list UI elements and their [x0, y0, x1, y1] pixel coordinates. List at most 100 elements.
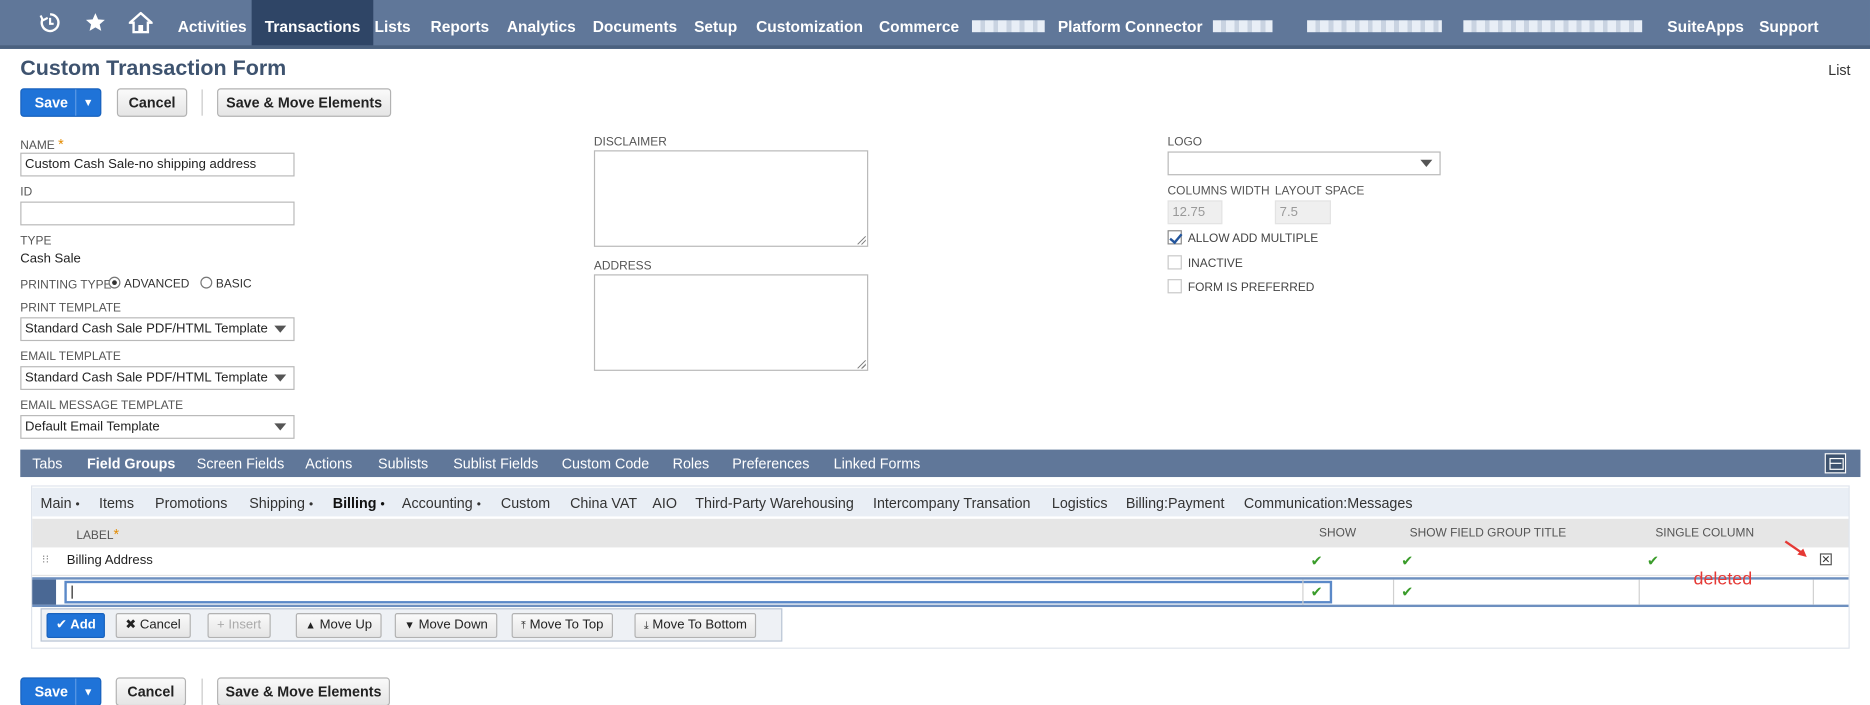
add-row-button[interactable]: ✔ Add — [46, 612, 106, 639]
subtab-china-vat[interactable]: China VAT — [570, 488, 637, 517]
insert-row-button[interactable]: + Insert — [207, 612, 271, 639]
tab-linked-forms[interactable]: Linked Forms — [834, 450, 921, 477]
layout-space-label: LAYOUT SPACE — [1274, 184, 1365, 198]
printing-type-basic-radio[interactable]: BASIC — [200, 276, 252, 291]
tab-screen-fields[interactable]: Screen Fields — [197, 450, 285, 477]
show-title-check-icon[interactable]: ✔ — [1401, 580, 1413, 604]
save-button-label: Save — [34, 683, 69, 701]
column-header-show-field-group-title[interactable]: SHOW FIELD GROUP TITLE — [1410, 519, 1567, 550]
move-to-bottom-button[interactable]: ⤓ Move To Bottom — [634, 612, 757, 639]
nav-commerce[interactable]: Commerce — [879, 0, 959, 45]
cancel-button[interactable]: Cancel — [116, 88, 188, 117]
subtab-accounting[interactable]: Accounting • — [402, 488, 481, 517]
subtab-promotions[interactable]: Promotions — [155, 488, 227, 517]
grid-toolbar: ✔ Add ✖ Cancel + Insert ▲ Move Up ▼ Move… — [40, 608, 783, 642]
column-header-show[interactable]: SHOW — [1319, 519, 1356, 550]
checkbox-unchecked-icon — [1167, 279, 1182, 294]
insert-label: Insert — [228, 617, 262, 633]
nav-customization[interactable]: Customization — [756, 0, 863, 45]
nav-setup[interactable]: Setup — [694, 0, 737, 45]
recent-history-icon[interactable] — [39, 12, 60, 39]
new-row-editor[interactable]: ✔ ✔ — [32, 577, 1849, 608]
nav-suiteapps[interactable]: SuiteApps — [1667, 0, 1744, 45]
new-row-label-input[interactable] — [64, 580, 1333, 604]
subtab-shipping[interactable]: Shipping • — [249, 488, 313, 517]
address-textarea[interactable] — [593, 274, 869, 371]
nav-transactions[interactable]: Transactions — [251, 0, 374, 46]
column-header-label[interactable]: LABEL* — [76, 519, 119, 552]
tab-preferences[interactable]: Preferences — [732, 450, 809, 477]
nav-platform-connector[interactable]: Platform Connector — [1058, 0, 1203, 45]
columns-width-field[interactable]: 12.75 — [1167, 200, 1223, 225]
subtab-communication-messages[interactable]: Communication:Messages — [1244, 488, 1413, 517]
subtab-aio[interactable]: AIO — [652, 488, 677, 517]
allow-add-multiple-checkbox[interactable]: ALLOW ADD MULTIPLE — [1167, 230, 1319, 246]
save-dropdown-arrow-icon[interactable]: ▼ — [75, 678, 100, 705]
allow-add-multiple-label: ALLOW ADD MULTIPLE — [1187, 232, 1319, 246]
nav-lists[interactable]: Lists — [374, 0, 410, 45]
subtab-custom[interactable]: Custom — [501, 488, 550, 517]
tab-roles[interactable]: Roles — [673, 450, 710, 477]
print-template-select[interactable]: Standard Cash Sale PDF/HTML Template — [20, 317, 295, 342]
dropdown-arrow-icon — [274, 374, 287, 382]
save-move-elements-button[interactable]: Save & Move Elements — [217, 88, 392, 117]
save-move-elements-button-bottom[interactable]: Save & Move Elements — [217, 677, 390, 705]
tab-actions[interactable]: Actions — [305, 450, 352, 477]
nav-support[interactable]: Support — [1759, 0, 1818, 45]
move-down-button[interactable]: ▼ Move Down — [394, 612, 498, 639]
row-selector[interactable] — [32, 579, 57, 605]
email-message-template-select[interactable]: Default Email Template — [20, 415, 295, 439]
delete-row-icon[interactable]: ✕ — [1819, 553, 1832, 566]
column-divider — [1302, 579, 1304, 605]
save-button-bottom[interactable]: Save ▼ — [20, 677, 102, 705]
logo-select[interactable] — [1167, 151, 1441, 176]
cancel-button-bottom[interactable]: Cancel — [115, 677, 187, 705]
nav-activities[interactable]: Activities — [178, 0, 247, 45]
show-check-icon[interactable]: ✔ — [1311, 549, 1323, 573]
layout-space-field[interactable]: 7.5 — [1274, 200, 1331, 225]
subtab-items[interactable]: Items — [99, 488, 134, 517]
resize-grip-icon[interactable] — [857, 360, 866, 369]
move-to-top-button[interactable]: ⤒ Move To Top — [511, 612, 614, 639]
nav-documents[interactable]: Documents — [593, 0, 677, 45]
disclaimer-textarea[interactable] — [593, 150, 869, 247]
subtab-third-party-warehousing[interactable]: Third-Party Warehousing — [695, 488, 854, 517]
subtab-intercompany-transation[interactable]: Intercompany Transation — [873, 488, 1031, 517]
row-label: Billing Address — [66, 553, 153, 568]
printing-type-advanced-radio[interactable]: ADVANCED — [108, 276, 189, 291]
tab-field-groups[interactable]: Field Groups — [87, 450, 175, 477]
drag-handle-icon[interactable]: ⁝⁝ — [42, 549, 50, 573]
tab-sublists[interactable]: Sublists — [378, 450, 428, 477]
tab-tabs[interactable]: Tabs — [32, 450, 62, 477]
nav-analytics[interactable]: Analytics — [507, 0, 576, 45]
tab-custom-code[interactable]: Custom Code — [562, 450, 650, 477]
subtab-main[interactable]: Main • — [41, 488, 80, 517]
email-message-template-label: EMAIL MESSAGE TEMPLATE — [20, 399, 184, 413]
nav-reports[interactable]: Reports — [431, 0, 490, 45]
form-is-preferred-checkbox[interactable]: FORM IS PREFERRED — [1167, 279, 1314, 295]
save-dropdown-arrow-icon[interactable]: ▼ — [75, 89, 100, 116]
name-field[interactable]: Custom Cash Sale-no shipping address — [20, 152, 295, 177]
subtab-billing-payment[interactable]: Billing:Payment — [1126, 488, 1225, 517]
page-title: Custom Transaction Form — [20, 56, 287, 80]
show-check-icon[interactable]: ✔ — [1311, 580, 1323, 604]
inactive-checkbox[interactable]: INACTIVE — [1167, 255, 1243, 271]
list-link[interactable]: List — [1828, 62, 1850, 79]
move-up-button[interactable]: ▲ Move Up — [295, 612, 382, 639]
email-template-select[interactable]: Standard Cash Sale PDF/HTML Template — [20, 366, 295, 390]
layout-toggle-icon[interactable] — [1824, 453, 1847, 474]
subtab-logistics[interactable]: Logistics — [1052, 488, 1108, 517]
show-title-check-icon[interactable]: ✔ — [1401, 549, 1413, 573]
cancel-row-button[interactable]: ✖ Cancel — [115, 612, 191, 639]
subtab-billing[interactable]: Billing • — [333, 488, 385, 517]
table-row[interactable]: ⁝⁝ Billing Address ✔ ✔ ✔ — [32, 548, 1849, 577]
home-icon[interactable] — [126, 11, 155, 39]
single-column-check-icon[interactable]: ✔ — [1647, 549, 1659, 573]
tab-sublist-fields[interactable]: Sublist Fields — [453, 450, 538, 477]
star-icon[interactable] — [85, 12, 106, 39]
move-bottom-label: Move To Bottom — [652, 617, 747, 633]
column-header-single-column[interactable]: SINGLE COLUMN — [1655, 519, 1754, 550]
id-field[interactable] — [20, 201, 295, 226]
resize-grip-icon[interactable] — [857, 236, 866, 245]
save-button[interactable]: Save ▼ — [20, 88, 102, 117]
